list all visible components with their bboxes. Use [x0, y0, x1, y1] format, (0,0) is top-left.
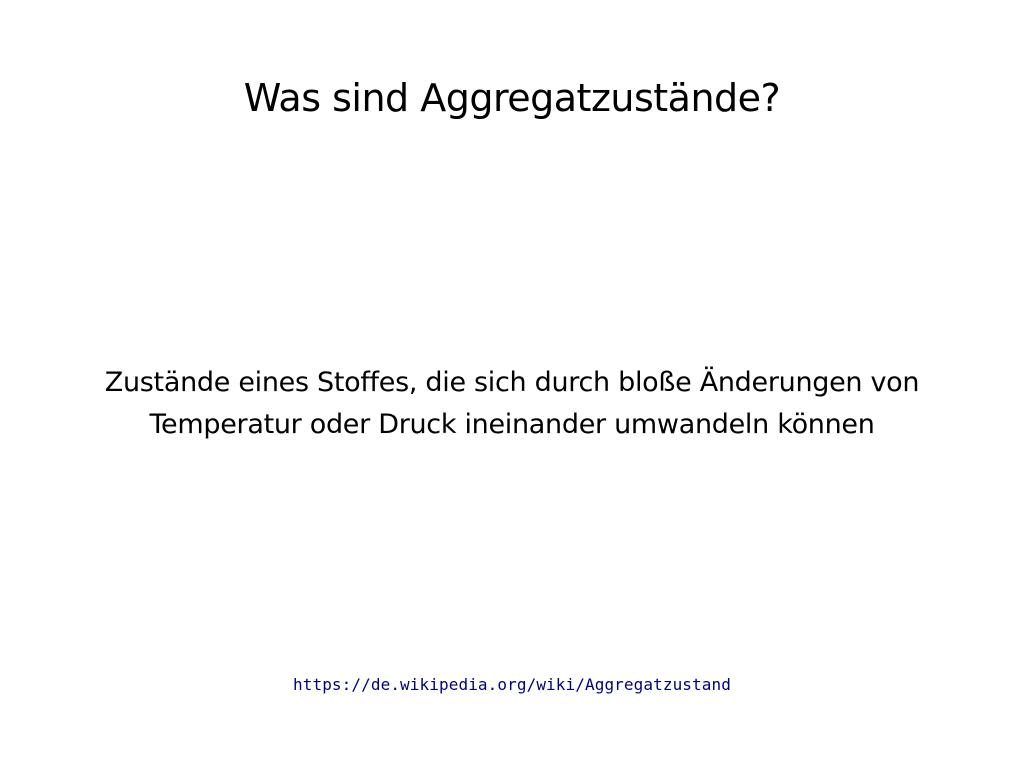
slide-body-line-1: Zustände eines Stoffes, die sich durch b…: [104, 367, 920, 398]
slide-body-text: Zustände eines Stoffes, die sich durch b…: [60, 362, 964, 446]
presentation-slide: Was sind Aggregatzustände? Zustände eine…: [0, 0, 1024, 768]
source-link[interactable]: https://de.wikipedia.org/wiki/Aggregatzu…: [0, 674, 1024, 696]
slide-body-line-2: Temperatur oder Druck ineinander umwande…: [149, 409, 875, 440]
slide-title: Was sind Aggregatzustände?: [243, 76, 781, 120]
